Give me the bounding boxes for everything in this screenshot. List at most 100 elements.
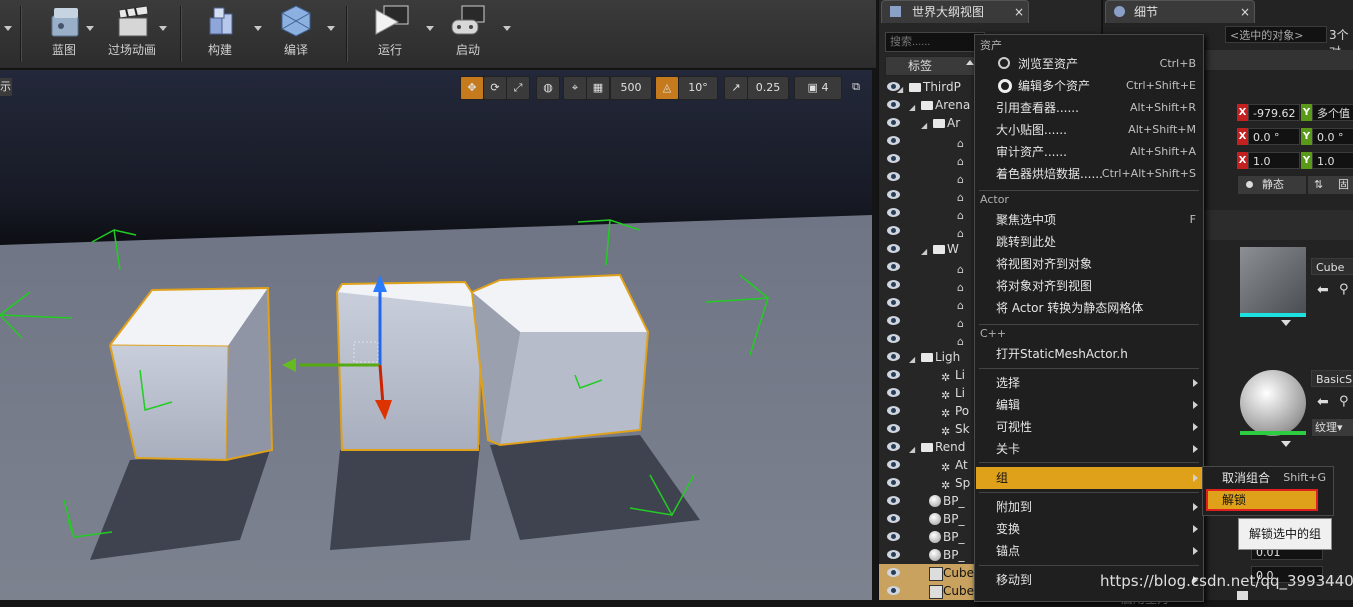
surface-snap-icon[interactable]: ⌖ xyxy=(563,76,587,100)
scale-mode-button[interactable]: ⤢ xyxy=(506,76,530,100)
scale-snap-value[interactable]: 0.25 xyxy=(747,76,789,100)
grid-snap-icon[interactable]: ▦ xyxy=(586,76,610,100)
menu-item-unlock[interactable]: 解锁 xyxy=(1206,489,1318,511)
rotation-snap-value[interactable]: 10° xyxy=(678,76,718,100)
mesh-thumbnail[interactable] xyxy=(1240,247,1306,317)
outliner-column-header[interactable]: 标签 xyxy=(885,56,979,76)
menu-item-group[interactable]: 组 xyxy=(976,467,1202,489)
visibility-eye-icon[interactable] xyxy=(887,316,900,325)
level-viewport[interactable]: 示 xyxy=(0,70,872,600)
maximize-viewport-icon[interactable]: ⧉ xyxy=(848,76,864,98)
rotate-mode-button[interactable]: ⟳ xyxy=(483,76,507,100)
expand-triangle-icon[interactable]: ◢ xyxy=(921,117,933,130)
expand-triangle-icon[interactable]: ◢ xyxy=(909,441,921,454)
menu-item-asset[interactable]: 审计资产...... Alt+Shift+A xyxy=(976,141,1202,163)
expand-triangle-icon[interactable]: ◢ xyxy=(909,99,921,112)
translate-mode-button[interactable]: ✥ xyxy=(460,76,484,100)
expand-arrow-icon[interactable] xyxy=(1281,320,1291,326)
camera-speed-button[interactable]: ▣ 4 xyxy=(794,76,842,100)
material-thumbnail[interactable] xyxy=(1240,370,1306,436)
expand-triangle-icon[interactable]: ◢ xyxy=(909,351,921,364)
gravity-checkbox[interactable] xyxy=(1237,591,1248,600)
mesh-name-field[interactable]: Cube xyxy=(1311,258,1353,275)
outliner-search-input[interactable] xyxy=(885,32,985,52)
menu-item-asset[interactable]: 浏览至资产 Ctrl+B xyxy=(976,53,1202,75)
visibility-eye-icon[interactable] xyxy=(887,478,900,487)
tab-world-outliner[interactable]: 世界大纲视图 × xyxy=(881,0,1029,23)
mobility-static-button[interactable]: 静态 xyxy=(1237,175,1307,195)
scale-x-input[interactable]: 1.0 xyxy=(1248,152,1300,169)
menu-item-submenu[interactable]: 编辑 xyxy=(976,394,1202,416)
selected-object-field[interactable]: <选中的对象> xyxy=(1225,26,1327,43)
menu-item-actor[interactable]: 将 Actor 转换为静态网格体 xyxy=(976,297,1202,319)
visibility-eye-icon[interactable] xyxy=(887,136,900,145)
menu-item-submenu[interactable]: 关卡 xyxy=(976,438,1202,460)
scale-snap-icon[interactable]: ↗ xyxy=(724,76,748,100)
visibility-eye-icon[interactable] xyxy=(887,298,900,307)
visibility-eye-icon[interactable] xyxy=(887,208,900,217)
visibility-eye-icon[interactable] xyxy=(887,496,900,505)
visibility-eye-icon[interactable] xyxy=(887,568,900,577)
material-use-selected-icon[interactable]: ⬅ xyxy=(1317,394,1329,410)
menu-item-asset[interactable]: 引用查看器...... Alt+Shift+R xyxy=(976,97,1202,119)
visibility-eye-icon[interactable] xyxy=(887,550,900,559)
build-button[interactable]: 构建 xyxy=(190,2,250,64)
toolbar-dropdown-icon[interactable] xyxy=(4,26,12,31)
world-local-toggle-icon[interactable]: ◍ xyxy=(536,76,560,100)
visibility-eye-icon[interactable] xyxy=(887,100,900,109)
compile-button[interactable]: 编译 xyxy=(266,2,326,64)
menu-item-actor[interactable]: 聚焦选中项 F xyxy=(976,209,1202,231)
visibility-eye-icon[interactable] xyxy=(887,406,900,415)
close-details-tab-icon[interactable]: × xyxy=(1240,1,1250,23)
location-x-input[interactable]: -979.62 xyxy=(1248,104,1300,121)
menu-item-asset[interactable]: 编辑多个资产 Ctrl+Shift+E xyxy=(976,75,1202,97)
visibility-eye-icon[interactable] xyxy=(887,334,900,343)
expand-triangle-icon[interactable]: ◢ xyxy=(897,81,909,94)
visibility-eye-icon[interactable] xyxy=(887,226,900,235)
visibility-eye-icon[interactable] xyxy=(887,442,900,451)
menu-item-ungroup[interactable]: 取消组合 Shift+G xyxy=(1204,467,1332,489)
visibility-eye-icon[interactable] xyxy=(887,280,900,289)
material-name-field[interactable]: BasicSh xyxy=(1311,370,1353,387)
visibility-eye-icon[interactable] xyxy=(887,154,900,163)
menu-item-submenu[interactable]: 可视性 xyxy=(976,416,1202,438)
menu-item-open-source[interactable]: 打开StaticMeshActor.h xyxy=(976,343,1202,365)
rotation-snap-icon[interactable]: ◬ xyxy=(655,76,679,100)
play-button[interactable]: 运行 xyxy=(360,2,420,64)
launch-button[interactable]: 启动 xyxy=(438,2,498,64)
viewport-options-menu[interactable]: 示 xyxy=(0,78,12,96)
menu-item-asset[interactable]: 大小贴图...... Alt+Shift+M xyxy=(976,119,1202,141)
play-dropdown-icon[interactable] xyxy=(426,26,434,31)
compile-dropdown-icon[interactable] xyxy=(327,26,335,31)
menu-item-actor[interactable]: 将视图对齐到对象 xyxy=(976,253,1202,275)
location-y-input[interactable]: 多个值 xyxy=(1312,104,1353,121)
rotation-y-input[interactable]: 0.0 ° xyxy=(1312,128,1353,145)
visibility-eye-icon[interactable] xyxy=(887,460,900,469)
menu-item-actor[interactable]: 跳转到此处 xyxy=(976,231,1202,253)
visibility-eye-icon[interactable] xyxy=(887,424,900,433)
visibility-eye-icon[interactable] xyxy=(887,586,900,595)
visibility-eye-icon[interactable] xyxy=(887,244,900,253)
scale-y-input[interactable]: 1.0 xyxy=(1312,152,1353,169)
blueprint-button[interactable]: 蓝图 xyxy=(34,2,94,64)
build-dropdown-icon[interactable] xyxy=(254,26,262,31)
visibility-eye-icon[interactable] xyxy=(887,190,900,199)
expand-triangle-icon[interactable]: ◢ xyxy=(921,243,933,256)
expand-arrow-icon[interactable] xyxy=(1281,441,1291,447)
launch-dropdown-icon[interactable] xyxy=(503,26,511,31)
menu-item-submenu[interactable]: 选择 xyxy=(976,372,1202,394)
browse-search-icon[interactable]: ⚲ xyxy=(1339,282,1349,297)
visibility-eye-icon[interactable] xyxy=(887,172,900,181)
close-tab-icon[interactable]: × xyxy=(1014,1,1024,23)
cinematics-dropdown-icon[interactable] xyxy=(159,26,167,31)
rotation-x-input[interactable]: 0.0 ° xyxy=(1248,128,1300,145)
grid-snap-value[interactable]: 500 xyxy=(610,76,652,100)
visibility-eye-icon[interactable] xyxy=(887,370,900,379)
mobility-fixed-button[interactable]: ⇅ 固 xyxy=(1307,175,1353,195)
menu-item-actor[interactable]: 将对象对齐到视图 xyxy=(976,275,1202,297)
visibility-eye-icon[interactable] xyxy=(887,532,900,541)
menu-item-submenu[interactable]: 变换 xyxy=(976,518,1202,540)
visibility-eye-icon[interactable] xyxy=(887,118,900,127)
visibility-eye-icon[interactable] xyxy=(887,262,900,271)
visibility-eye-icon[interactable] xyxy=(887,388,900,397)
